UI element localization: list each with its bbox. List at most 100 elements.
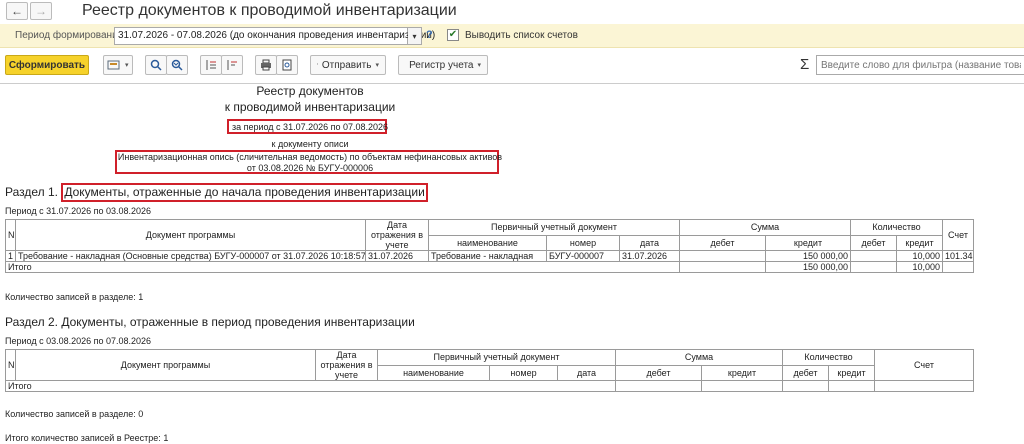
print-button[interactable] (255, 55, 277, 75)
back-button[interactable]: ← (6, 2, 28, 20)
search-next-icon (171, 59, 183, 71)
row-sum-debit (679, 250, 766, 262)
total-sum-credit: 150 000,00 (765, 261, 851, 273)
section1-heading: Раздел 1. Документы, отраженные до начал… (5, 183, 428, 202)
total-account (942, 261, 974, 273)
section2-table: N Документ программы Дата отражения в уч… (5, 349, 974, 392)
row-reflect-date: 31.07.2026 (365, 250, 429, 262)
settings-icon (107, 60, 120, 70)
col-qty-credit: кредит (828, 364, 875, 381)
window-title: Реестр документов к проводимой инвентари… (82, 2, 457, 19)
toolbar: Сформировать ▾ Отправить ▾ Регистр учета… (0, 55, 1024, 79)
chevron-down-icon: ▾ (412, 31, 417, 41)
send-label: Отправить (321, 59, 372, 71)
preview-button[interactable] (276, 55, 298, 75)
col-number: номер (489, 364, 558, 381)
total-qty-credit: 10,000 (896, 261, 943, 273)
row-program-doc[interactable]: Требование - накладная (Основные средств… (15, 250, 366, 262)
search-icon (150, 59, 162, 71)
help-icon[interactable]: ? (426, 29, 433, 41)
section1-title: Документы, отраженные до начала проведен… (61, 183, 428, 202)
report-title-line2: к проводимой инвентаризации (224, 100, 396, 114)
col-reflect-date: Дата отражения в учете (365, 219, 429, 251)
total-account (874, 380, 974, 392)
accounts-checkbox-label[interactable]: Выводить список счетов (465, 30, 578, 41)
chevron-down-icon: ▾ (477, 62, 481, 69)
col-account: Счет (874, 349, 974, 381)
col-sum-credit: кредит (701, 364, 783, 381)
printer-icon (261, 59, 271, 71)
registry-total-count: Итого количество записей в Реестре: 1 (5, 433, 169, 443)
collapse-groups-button[interactable] (221, 55, 243, 75)
section1-prefix: Раздел 1. (5, 185, 59, 199)
section2-heading: Раздел 2. Документы, отраженные в период… (5, 315, 415, 329)
col-sum-debit: дебет (679, 234, 766, 251)
col-number: номер (546, 234, 620, 251)
period-panel: Период формирования: 31.07.2026 - 07.08.… (0, 24, 1024, 48)
row-n: 1 (5, 250, 16, 262)
table-header-row: N Документ программы Дата отражения в уч… (5, 219, 974, 251)
period-field[interactable]: 31.07.2026 - 07.08.2026 (до окончания пр… (114, 27, 435, 45)
row-qty-credit: 10,000 (896, 250, 943, 262)
forward-button[interactable]: → (30, 2, 52, 20)
title-bar: ← → Реестр документов к проводимой инвен… (0, 0, 1024, 24)
col-qty: Количество (850, 219, 943, 236)
chevron-down-icon: ▾ (125, 62, 129, 69)
table-row[interactable]: 1 Требование - накладная (Основные средс… (5, 250, 974, 262)
report-area[interactable]: Реестр документов к проводимой инвентари… (0, 83, 1024, 444)
accounts-checkbox[interactable]: ✔ (447, 29, 459, 41)
find-next-button[interactable] (166, 55, 188, 75)
section2-count: Количество записей в разделе: 0 (5, 409, 144, 419)
col-program-doc: Документ программы (15, 219, 366, 251)
col-sum-credit: кредит (765, 234, 851, 251)
col-qty-debit: дебет (782, 364, 829, 381)
arrow-left-icon: ← (11, 4, 23, 18)
col-primary-doc: Первичный учетный документ (428, 219, 680, 236)
col-name: наименование (428, 234, 547, 251)
generate-button[interactable]: Сформировать (5, 55, 89, 75)
register-button[interactable]: Регистр учета ▾ (398, 55, 488, 75)
expand-rows-icon (206, 60, 216, 70)
col-sum: Сумма (679, 219, 851, 236)
row-sum-credit: 150 000,00 (765, 250, 851, 262)
row-account: 101.34 (942, 250, 974, 262)
total-sum-credit (701, 380, 783, 392)
row-qty-debit (850, 250, 897, 262)
col-qty-debit: дебет (850, 234, 897, 251)
print-preview-icon (282, 59, 292, 71)
col-qty: Количество (782, 349, 875, 366)
section1-count: Количество записей в разделе: 1 (5, 292, 144, 302)
send-icon (317, 63, 318, 65)
table-header-row: N Документ программы Дата отражения в уч… (5, 349, 974, 381)
expand-groups-button[interactable] (200, 55, 222, 75)
doc-caption: к документу описи (271, 139, 349, 149)
total-label: Итого (5, 380, 616, 392)
send-button[interactable]: Отправить ▾ (310, 55, 386, 75)
col-date: дата (557, 364, 616, 381)
col-account: Счет (942, 219, 974, 251)
chevron-down-icon: ▾ (375, 62, 379, 69)
col-sum-debit: дебет (615, 364, 702, 381)
row-date: 31.07.2026 (619, 250, 680, 262)
total-qty-credit (828, 380, 875, 392)
report-period: за период с 31.07.2026 по 07.08.2026 (231, 122, 389, 132)
total-label: Итого (5, 261, 680, 273)
total-qty-debit (850, 261, 897, 273)
collapse-rows-icon (227, 60, 237, 70)
register-label: Регистр учета (409, 59, 474, 71)
col-name: наименование (377, 364, 490, 381)
doc-line1: Инвентаризационная опись (сличительная в… (117, 152, 503, 162)
row-name: Требование - накладная (428, 250, 547, 262)
settings-menu-button[interactable]: ▾ (103, 55, 133, 75)
period-dropdown-button[interactable]: ▾ (408, 27, 422, 45)
period-label: Период формирования: (15, 30, 126, 41)
report-title-line1: Реестр документов (256, 84, 364, 98)
filter-search-input[interactable] (816, 55, 1024, 75)
sum-icon[interactable]: Σ (800, 56, 809, 73)
col-date: дата (619, 234, 680, 251)
section1-table: N Документ программы Дата отражения в уч… (5, 219, 974, 273)
table-total-row: Итого 150 000,00 10,000 (5, 261, 974, 273)
col-n: N (5, 219, 16, 251)
find-button[interactable] (145, 55, 167, 75)
total-qty-debit (782, 380, 829, 392)
